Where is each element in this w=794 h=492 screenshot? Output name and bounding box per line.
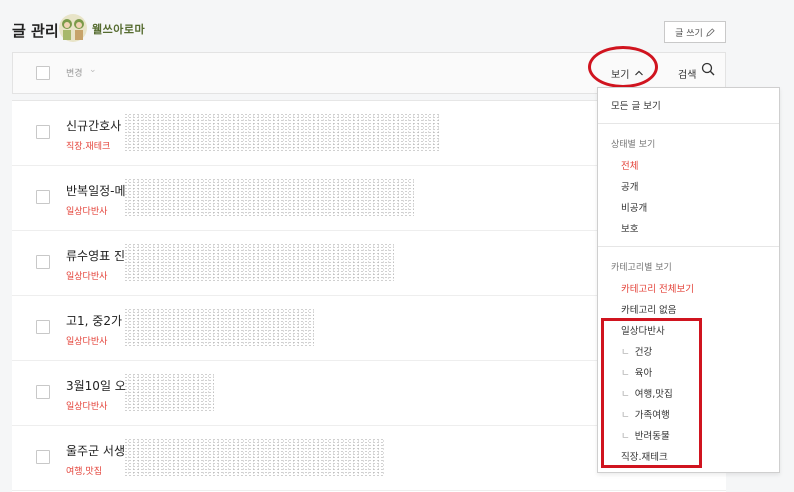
select-all-checkbox[interactable] [36,66,50,80]
change-dropdown-label[interactable]: 변경 [66,66,83,79]
post-title[interactable]: 류수영표 진 [66,247,125,264]
post-category[interactable]: 일상다반사 [66,204,107,217]
menu-item-all-posts[interactable]: 모든 글 보기 [611,98,661,112]
redacted-area [124,243,394,281]
post-title[interactable]: 고1, 중2가 [66,312,122,329]
annotation-oval [588,46,658,88]
search-button[interactable]: 검색 [678,66,696,81]
menu-item-category-all[interactable]: 카테고리 전체보기 [621,281,694,295]
menu-item-status-private[interactable]: 비공개 [621,200,647,214]
write-post-label: 글 쓰기 [675,28,703,39]
menu-divider [598,246,779,247]
redacted-area [124,308,314,346]
post-checkbox[interactable] [36,385,50,399]
post-title[interactable]: 반복일정-메 [66,182,126,199]
blog-name: 웰쓰아로마 [92,23,146,36]
annotation-box [601,318,702,468]
menu-item-status-protected[interactable]: 보호 [621,221,638,235]
post-checkbox[interactable] [36,450,50,464]
chevron-down-icon: ⌄ [89,65,97,75]
redacted-area [124,438,384,476]
post-title[interactable]: 신규간호사 [66,117,121,134]
page-title: 글 관리 [12,22,59,40]
post-category[interactable]: 일상다반사 [66,269,107,282]
post-checkbox[interactable] [36,190,50,204]
post-checkbox[interactable] [36,320,50,334]
redacted-area [124,373,214,411]
post-checkbox[interactable] [36,255,50,269]
post-category[interactable]: 일상다반사 [66,399,107,412]
menu-item-status-public[interactable]: 공개 [621,179,638,193]
post-title[interactable]: 3월10일 오 [66,377,126,394]
status-section-header: 상태별 보기 [611,140,656,150]
post-category[interactable]: 직장.재테크 [66,139,110,152]
search-icon[interactable] [701,62,715,76]
redacted-area [124,113,439,151]
category-section-header: 카테고리별 보기 [611,263,672,273]
post-checkbox[interactable] [36,125,50,139]
pencil-icon [706,27,715,37]
menu-divider [598,123,779,124]
menu-item-status-all[interactable]: 전체 [621,158,638,172]
menu-item-category-none[interactable]: 카테고리 없음 [621,302,676,316]
redacted-area [124,178,414,216]
post-category[interactable]: 여행,맛집 [66,464,102,477]
post-title[interactable]: 울주군 서생 [66,442,125,459]
write-post-button[interactable]: 글 쓰기 [664,21,726,43]
post-category[interactable]: 일상다반사 [66,334,107,347]
blog-logo-image [59,14,87,42]
